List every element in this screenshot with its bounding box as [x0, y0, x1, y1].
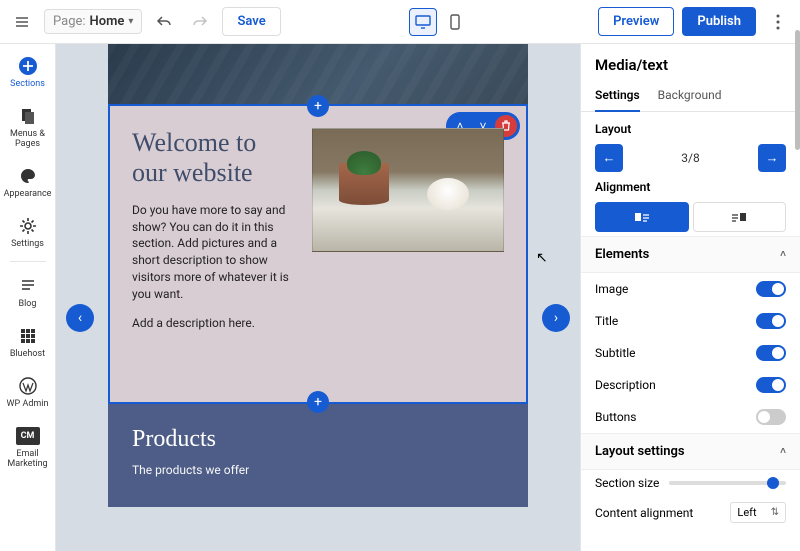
sidebar-item-wpadmin[interactable]: WP Admin [1, 370, 55, 414]
save-button[interactable]: Save [222, 7, 280, 36]
align-left-button[interactable] [595, 202, 689, 232]
add-section-below[interactable]: + [307, 391, 329, 413]
more-menu-icon[interactable] [764, 8, 792, 36]
undo-button[interactable] [150, 8, 178, 36]
panel-scrollbar[interactable] [795, 44, 800, 150]
panel-title: Media/text [581, 44, 800, 80]
section-size-slider[interactable] [669, 481, 786, 485]
section-size-label: Section size [595, 476, 659, 490]
slider-thumb[interactable] [767, 477, 779, 489]
element-row-image: Image [581, 273, 800, 305]
sidebar-item-sections[interactable]: Sections [1, 50, 55, 94]
cursor-icon: ↖ [536, 250, 548, 266]
layout-settings-accordion[interactable]: Layout settings ˄ [581, 433, 800, 470]
elements-accordion[interactable]: Elements ˄ [581, 236, 800, 273]
layout-prev[interactable]: ← [595, 144, 623, 172]
products-subtitle[interactable]: The products we offer [132, 463, 504, 477]
publish-button[interactable]: Publish [682, 7, 756, 36]
sidebar-item-email[interactable]: CM Email Marketing [1, 420, 55, 474]
element-label: Image [595, 282, 628, 296]
menu-icon[interactable] [8, 8, 36, 36]
add-section-above[interactable]: + [307, 95, 329, 117]
canvas-area: ‹ › ↖ + + ˄ ˅ Welcome to our website Do … [56, 44, 580, 551]
products-section[interactable]: Products The products we offer [108, 404, 528, 507]
sidebar-item-bluehost[interactable]: Bluehost [1, 320, 55, 364]
section-image[interactable] [312, 128, 504, 252]
layout-next[interactable]: → [758, 144, 786, 172]
left-sidebar: Sections Menus & Pages Appearance Settin… [0, 44, 56, 551]
layout-heading: Layout [595, 122, 786, 136]
toggle-subtitle[interactable] [756, 345, 786, 361]
element-label: Subtitle [595, 346, 636, 360]
chevron-down-icon: ▾ [128, 16, 133, 27]
chevron-up-icon: ˄ [780, 446, 786, 457]
select-stepper-icon: ⇅ [771, 507, 779, 518]
chevron-up-icon: ˄ [780, 249, 786, 260]
grid-icon [16, 324, 40, 348]
element-row-description: Description [581, 369, 800, 401]
products-title[interactable]: Products [132, 426, 504, 453]
gear-icon [16, 214, 40, 238]
welcome-paragraph-2[interactable]: Add a description here. [132, 315, 296, 332]
welcome-paragraph-1[interactable]: Do you have more to say and show? You ca… [132, 202, 296, 303]
device-desktop[interactable] [409, 8, 437, 36]
element-label: Description [595, 378, 656, 392]
alignment-heading: Alignment [595, 180, 786, 194]
align-right-button[interactable] [693, 202, 787, 232]
sidebar-item-menus[interactable]: Menus & Pages [1, 100, 55, 154]
pages-icon [16, 104, 40, 128]
tab-background[interactable]: Background [658, 80, 722, 111]
device-mobile[interactable] [441, 8, 469, 36]
content-alignment-select[interactable]: Left ⇅ [730, 502, 786, 523]
redo-button[interactable] [186, 8, 214, 36]
content-alignment-label: Content alignment [595, 506, 693, 520]
welcome-title[interactable]: Welcome to our website [132, 128, 296, 188]
tab-settings[interactable]: Settings [595, 80, 640, 112]
element-row-buttons: Buttons [581, 401, 800, 433]
media-text-section[interactable]: + + ˄ ˅ Welcome to our website Do you ha… [108, 104, 528, 404]
page-selector[interactable]: Page: Home ▾ [44, 9, 142, 34]
section-nav-prev[interactable]: ‹ [66, 304, 94, 332]
blog-icon [16, 274, 40, 298]
wordpress-icon [16, 374, 40, 398]
toggle-description[interactable] [756, 377, 786, 393]
element-label: Title [595, 314, 618, 328]
element-row-subtitle: Subtitle [581, 337, 800, 369]
sidebar-item-blog[interactable]: Blog [1, 270, 55, 314]
page-selector-label: Page: [53, 14, 86, 29]
section-nav-next[interactable]: › [542, 304, 570, 332]
element-label: Buttons [595, 410, 637, 424]
sidebar-item-appearance[interactable]: Appearance [1, 160, 55, 204]
cm-icon: CM [16, 424, 40, 448]
plus-circle-icon [16, 54, 40, 78]
sidebar-item-settings[interactable]: Settings [1, 210, 55, 254]
layout-value: 3/8 [623, 151, 758, 165]
toggle-image[interactable] [756, 281, 786, 297]
toggle-title[interactable] [756, 313, 786, 329]
element-row-title: Title [581, 305, 800, 337]
toggle-buttons[interactable] [756, 409, 786, 425]
page-selector-value: Home [90, 14, 125, 29]
palette-icon [16, 164, 40, 188]
properties-panel: Media/text Settings Background Layout ← … [580, 44, 800, 551]
preview-button[interactable]: Preview [598, 7, 674, 36]
